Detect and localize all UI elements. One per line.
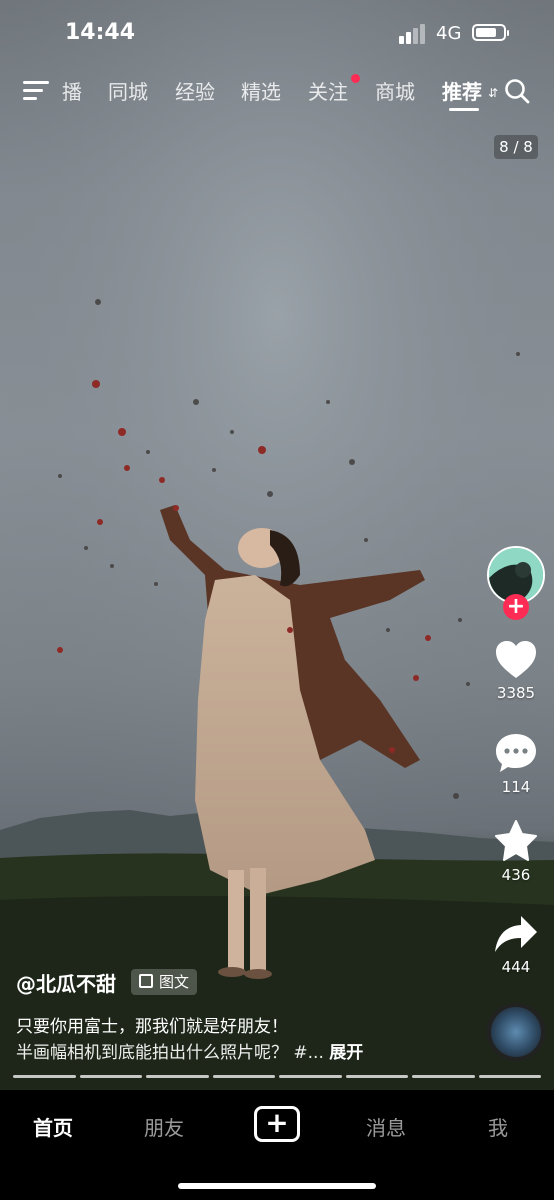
tab-experience[interactable]: 经验: [175, 76, 215, 105]
post-type-badge: 图文: [131, 969, 198, 995]
heart-icon: [496, 641, 536, 678]
battery-level: [476, 28, 496, 37]
tab-following[interactable]: 关注: [308, 76, 348, 105]
tab-featured[interactable]: 精选: [241, 76, 281, 105]
progress-segment: [79, 1075, 142, 1078]
photo-scene: [0, 0, 554, 1090]
post-type-label: 图文: [159, 973, 190, 991]
music-disc[interactable]: [487, 1003, 545, 1061]
like-button[interactable]: 3385: [484, 640, 548, 702]
comment-count: 114: [501, 778, 531, 796]
search-icon[interactable]: [504, 78, 530, 104]
caption-line-2-text: 半画幅相机到底能拍出什么照片呢？ #...: [16, 1043, 324, 1063]
tab-live[interactable]: 播: [62, 76, 82, 105]
home-indicator: [178, 1183, 376, 1189]
images-icon: [139, 974, 153, 988]
star-icon: [495, 820, 537, 861]
tab-friends[interactable]: 朋友: [144, 1112, 184, 1141]
top-nav: 播 同城 经验 精选 关注 商城 推荐 ⇵: [0, 72, 554, 112]
tab-messages[interactable]: 消息: [366, 1112, 406, 1141]
progress-segment: [345, 1075, 408, 1078]
switch-icon[interactable]: ⇵: [488, 86, 498, 100]
progress-segment: [478, 1075, 541, 1078]
progress-segment: [13, 1075, 76, 1078]
network-label: 4G: [436, 23, 462, 44]
tab-mall[interactable]: 商城: [375, 76, 415, 105]
post-photo[interactable]: [0, 0, 554, 1090]
share-arrow-icon: [495, 916, 537, 952]
caption-line-2: 半画幅相机到底能拍出什么照片呢？ #... 展开: [16, 1038, 363, 1063]
author-name[interactable]: @北瓜不甜: [16, 968, 116, 997]
favorite-count: 436: [501, 866, 531, 884]
tab-home[interactable]: 首页: [33, 1112, 73, 1141]
follow-button[interactable]: +: [503, 594, 529, 620]
expand-caption-link[interactable]: 展开: [329, 1043, 363, 1063]
progress-segment: [412, 1075, 475, 1078]
progress-segment: [212, 1075, 275, 1078]
status-bar: 14:44 4G: [0, 0, 554, 66]
progress-segment: [146, 1075, 209, 1078]
caption-line-1: 只要你用富士，那我们就是好朋友！: [16, 1017, 288, 1037]
tab-local[interactable]: 同城: [108, 76, 148, 105]
favorite-button[interactable]: 436: [484, 820, 548, 884]
active-tab-indicator: [449, 108, 479, 111]
tab-recommended[interactable]: 推荐: [442, 76, 482, 105]
notification-dot: [351, 74, 360, 83]
signal-icon: [399, 24, 427, 44]
status-time: 14:44: [65, 20, 136, 45]
progress-segment: [279, 1075, 342, 1078]
battery-icon: [472, 24, 509, 41]
like-count: 3385: [496, 684, 536, 702]
tab-me[interactable]: 我: [488, 1112, 508, 1141]
comment-button[interactable]: 114: [484, 732, 548, 796]
image-page-counter: 8 / 8: [494, 135, 538, 159]
share-count: 444: [501, 958, 531, 976]
comment-icon: [496, 734, 536, 772]
image-progress-bar: [13, 1075, 541, 1078]
menu-icon[interactable]: [23, 80, 49, 102]
create-button[interactable]: +: [254, 1106, 300, 1142]
share-button[interactable]: 444: [484, 914, 548, 976]
